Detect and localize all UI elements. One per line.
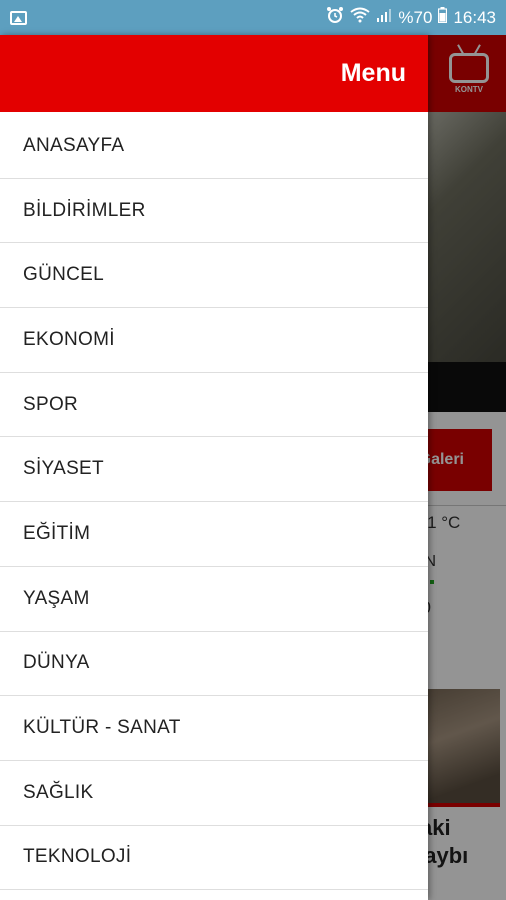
menu-item-saglik[interactable]: SAĞLIK: [0, 761, 428, 826]
wifi-icon: [350, 7, 371, 28]
menu-item-label: DÜNYA: [23, 652, 90, 674]
menu-item-ekonomi[interactable]: EKONOMİ: [0, 308, 428, 373]
signal-icon: [376, 7, 392, 28]
menu-list: ANASAYFA BİLDİRİMLER GÜNCEL EKONOMİ SPOR…: [0, 112, 428, 891]
menu-item-dunya[interactable]: DÜNYA: [0, 632, 428, 697]
drawer-title: Menu: [340, 59, 406, 87]
battery-percent: %70: [398, 7, 433, 27]
menu-item-label: EKONOMİ: [23, 328, 115, 350]
menu-item-label: SPOR: [23, 393, 79, 415]
image-icon: [10, 10, 27, 25]
menu-item-guncel[interactable]: GÜNCEL: [0, 243, 428, 309]
menu-item-anasayfa[interactable]: ANASAYFA: [0, 114, 428, 179]
menu-item-label: KÜLTÜR - SANAT: [23, 717, 181, 739]
menu-item-label: GÜNCEL: [23, 264, 104, 286]
drawer-header: Menu: [0, 35, 428, 112]
battery-icon: [438, 7, 448, 28]
menu-item-label: YAŞAM: [23, 587, 90, 609]
clock: 16:43: [453, 7, 496, 27]
menu-item-kultur-sanat[interactable]: KÜLTÜR - SANAT: [0, 696, 428, 761]
menu-item-label: SAĞLIK: [23, 781, 94, 803]
menu-item-yasam[interactable]: YAŞAM: [0, 567, 428, 632]
menu-item-label: TEKNOLOJİ: [23, 846, 132, 868]
menu-item-egitim[interactable]: EĞİTİM: [0, 502, 428, 567]
menu-item-spor[interactable]: SPOR: [0, 373, 428, 438]
menu-item-label: BİLDİRİMLER: [23, 199, 146, 221]
menu-item-bildirimler[interactable]: BİLDİRİMLER: [0, 179, 428, 244]
menu-item-label: SİYASET: [23, 458, 104, 480]
navigation-drawer: Menu ANASAYFA BİLDİRİMLER GÜNCEL EKONOMİ…: [0, 35, 428, 900]
menu-item-label: ANASAYFA: [23, 134, 125, 156]
alarm-icon: [326, 6, 344, 29]
status-bar: %70 16:43: [0, 0, 506, 35]
menu-item-teknoloji[interactable]: TEKNOLOJİ: [0, 826, 428, 891]
menu-item-siyaset[interactable]: SİYASET: [0, 437, 428, 503]
menu-item-label: EĞİTİM: [23, 522, 91, 544]
